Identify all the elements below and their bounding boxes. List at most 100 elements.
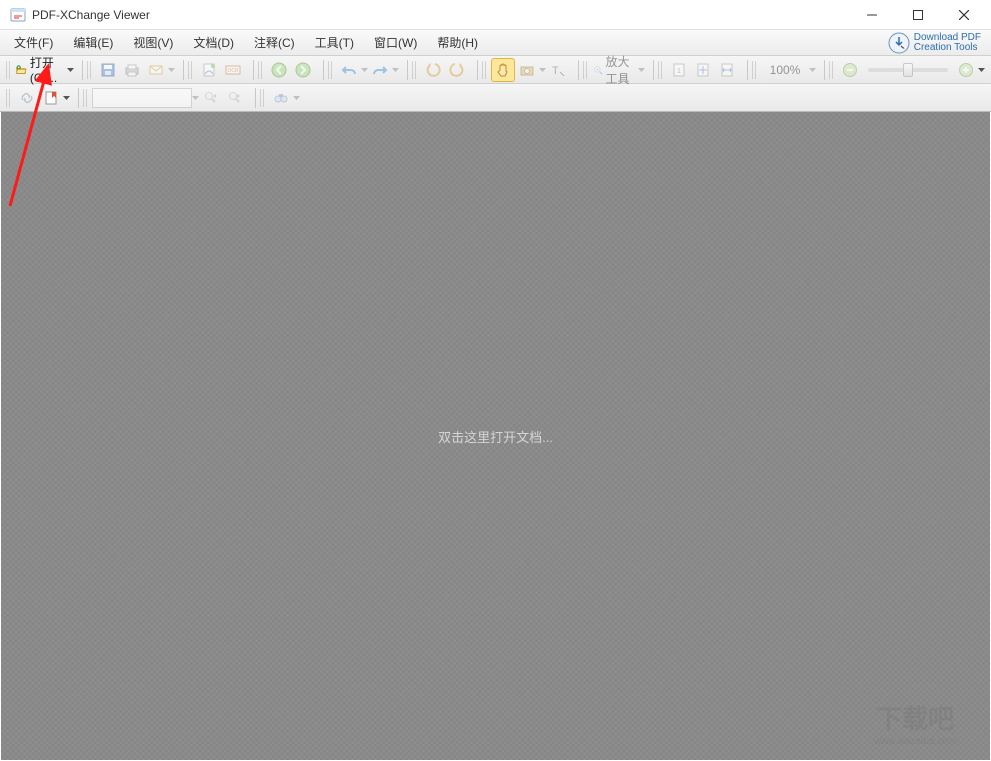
fit-page-button[interactable] bbox=[691, 58, 715, 82]
find-prev-button[interactable] bbox=[199, 86, 223, 110]
email-dropdown[interactable] bbox=[168, 58, 175, 82]
gripper[interactable] bbox=[482, 61, 488, 79]
menu-view[interactable]: 视图(V) bbox=[123, 31, 183, 54]
redo-dropdown[interactable] bbox=[392, 58, 399, 82]
select-tool-button[interactable]: T bbox=[546, 58, 570, 82]
undo-dropdown[interactable] bbox=[361, 58, 368, 82]
zoom-tool-button[interactable]: 放大工具 bbox=[590, 58, 638, 82]
menubar: 文件(F) 编辑(E) 视图(V) 文档(D) 注释(C) 工具(T) 窗口(W… bbox=[0, 30, 991, 56]
folder-open-icon bbox=[16, 62, 27, 78]
search-button[interactable] bbox=[269, 86, 293, 110]
link-tool-button[interactable] bbox=[15, 86, 39, 110]
printer-icon bbox=[124, 62, 140, 78]
open-dropdown[interactable] bbox=[67, 58, 74, 82]
bookmark-dropdown[interactable] bbox=[63, 86, 70, 110]
open-hint-text: 双击这里打开文档... bbox=[438, 427, 553, 446]
gripper[interactable] bbox=[328, 61, 334, 79]
nav-forward-button[interactable] bbox=[291, 58, 315, 82]
zoom-in-button[interactable] bbox=[954, 58, 978, 82]
open-button[interactable]: 打开(O)... bbox=[13, 58, 67, 82]
window-title: PDF-XChange Viewer bbox=[32, 8, 849, 22]
camera-icon bbox=[519, 62, 535, 78]
mail-icon bbox=[148, 62, 164, 78]
fit-width-button[interactable] bbox=[715, 58, 739, 82]
menu-document[interactable]: 文档(D) bbox=[183, 31, 244, 54]
svg-text:OCR: OCR bbox=[228, 68, 240, 74]
email-button[interactable] bbox=[144, 58, 168, 82]
find-prev-icon bbox=[203, 90, 219, 106]
gripper[interactable] bbox=[260, 89, 266, 107]
undo-button[interactable] bbox=[337, 58, 361, 82]
save-button[interactable] bbox=[96, 58, 120, 82]
gripper[interactable] bbox=[258, 61, 264, 79]
bookmark-tool-button[interactable] bbox=[39, 86, 63, 110]
hand-tool-button[interactable] bbox=[491, 58, 515, 82]
menu-tools[interactable]: 工具(T) bbox=[305, 31, 364, 54]
find-next-button[interactable] bbox=[223, 86, 247, 110]
scan-button[interactable] bbox=[197, 58, 221, 82]
menu-edit[interactable]: 编辑(E) bbox=[63, 31, 123, 54]
svg-text:1: 1 bbox=[677, 68, 681, 75]
zoom-slider[interactable] bbox=[868, 68, 948, 72]
chain-icon bbox=[19, 90, 35, 106]
magnifier-icon bbox=[593, 62, 603, 78]
hand-icon bbox=[495, 62, 511, 78]
arrow-left-circle-icon bbox=[271, 62, 287, 78]
gripper[interactable] bbox=[83, 89, 89, 107]
rotate-ccw-button[interactable] bbox=[421, 58, 445, 82]
gripper[interactable] bbox=[412, 61, 418, 79]
zoom-slider-thumb[interactable] bbox=[903, 63, 913, 77]
watermark: 下载吧 www.xiazaiba.com bbox=[845, 700, 985, 755]
snapshot-dropdown[interactable] bbox=[539, 58, 546, 82]
zoom-tool-dropdown[interactable] bbox=[638, 58, 645, 82]
scan-icon bbox=[201, 62, 217, 78]
zoom-out-button[interactable] bbox=[838, 58, 862, 82]
gripper[interactable] bbox=[6, 61, 10, 79]
watermark-text: 下载吧 bbox=[876, 704, 954, 734]
gripper[interactable] bbox=[583, 61, 587, 79]
ocr-button[interactable]: OCR bbox=[221, 58, 245, 82]
bookmark-icon bbox=[43, 90, 59, 106]
titlebar: PDF-XChange Viewer bbox=[0, 0, 991, 30]
menu-file[interactable]: 文件(F) bbox=[4, 31, 63, 54]
find-dropdown[interactable] bbox=[192, 86, 199, 110]
arrow-right-circle-icon bbox=[295, 62, 311, 78]
binoculars-icon bbox=[273, 90, 289, 106]
page-actual-icon: 1 bbox=[671, 62, 687, 78]
gripper[interactable] bbox=[829, 61, 835, 79]
menu-help[interactable]: 帮助(H) bbox=[427, 31, 488, 54]
gripper[interactable] bbox=[6, 89, 12, 107]
fit-page-icon bbox=[695, 62, 711, 78]
toolbar-secondary bbox=[0, 84, 991, 112]
print-button[interactable] bbox=[120, 58, 144, 82]
fit-width-icon bbox=[719, 62, 735, 78]
search-dropdown[interactable] bbox=[293, 86, 300, 110]
redo-button[interactable] bbox=[368, 58, 392, 82]
menu-window[interactable]: 窗口(W) bbox=[364, 31, 427, 54]
gripper[interactable] bbox=[87, 61, 93, 79]
select-icon: T bbox=[550, 62, 566, 78]
menu-annotate[interactable]: 注释(C) bbox=[244, 31, 305, 54]
gripper[interactable] bbox=[188, 61, 194, 79]
rotate-ccw-icon bbox=[425, 62, 441, 78]
rotate-cw-button[interactable] bbox=[445, 58, 469, 82]
snapshot-button[interactable] bbox=[515, 58, 539, 82]
gripper[interactable] bbox=[658, 61, 664, 79]
redo-icon bbox=[372, 62, 388, 78]
undo-icon bbox=[341, 62, 357, 78]
app-icon bbox=[10, 7, 26, 23]
gripper[interactable] bbox=[752, 61, 758, 79]
nav-back-button[interactable] bbox=[267, 58, 291, 82]
minimize-button[interactable] bbox=[849, 0, 895, 30]
zoom-more-dropdown[interactable] bbox=[978, 58, 985, 82]
download-icon bbox=[888, 32, 910, 54]
svg-text:T: T bbox=[552, 65, 559, 77]
document-area[interactable]: 双击这里打开文档... bbox=[1, 112, 990, 760]
find-input[interactable] bbox=[92, 88, 192, 108]
watermark-url: www.xiazaiba.com bbox=[873, 736, 956, 747]
zoom-dropdown[interactable] bbox=[809, 58, 816, 82]
actual-size-button[interactable]: 1 bbox=[667, 58, 691, 82]
maximize-button[interactable] bbox=[895, 0, 941, 30]
download-pdf-tools-link[interactable]: Download PDFCreation Tools bbox=[882, 32, 987, 54]
close-button[interactable] bbox=[941, 0, 987, 30]
